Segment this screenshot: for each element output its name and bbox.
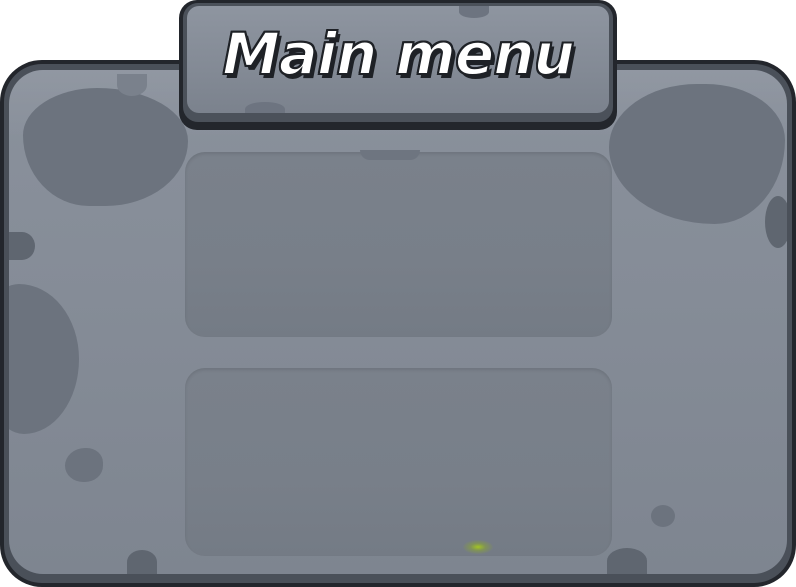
plaque-rim: Main menu [183, 3, 613, 122]
rock-spot-top-left-chip [117, 74, 147, 96]
menu-slot-top[interactable] [185, 150, 612, 337]
rock-spot-left-edge [9, 232, 35, 260]
menu-title: Main menu [221, 19, 576, 89]
rock-spot-left-middle [9, 284, 79, 434]
rock-spot-bottom-left [127, 550, 157, 574]
rock-spot-bottom-right [607, 548, 647, 574]
highlight-glow [463, 540, 493, 554]
slot-notch [360, 150, 420, 160]
rock-spot-top-right [609, 84, 785, 224]
plaque-face: Main menu [187, 6, 609, 113]
menu-slot-bottom[interactable] [185, 368, 612, 556]
rock-spot-small-right [651, 505, 675, 527]
rock-spot-right-edge [765, 196, 787, 248]
rock-spot-small-left [65, 448, 103, 482]
rock-spot-top-left [23, 88, 188, 206]
plaque-chip-top-right [459, 6, 489, 18]
title-plaque: Main menu [179, 0, 617, 130]
plaque-chip-bottom-left [245, 102, 285, 113]
